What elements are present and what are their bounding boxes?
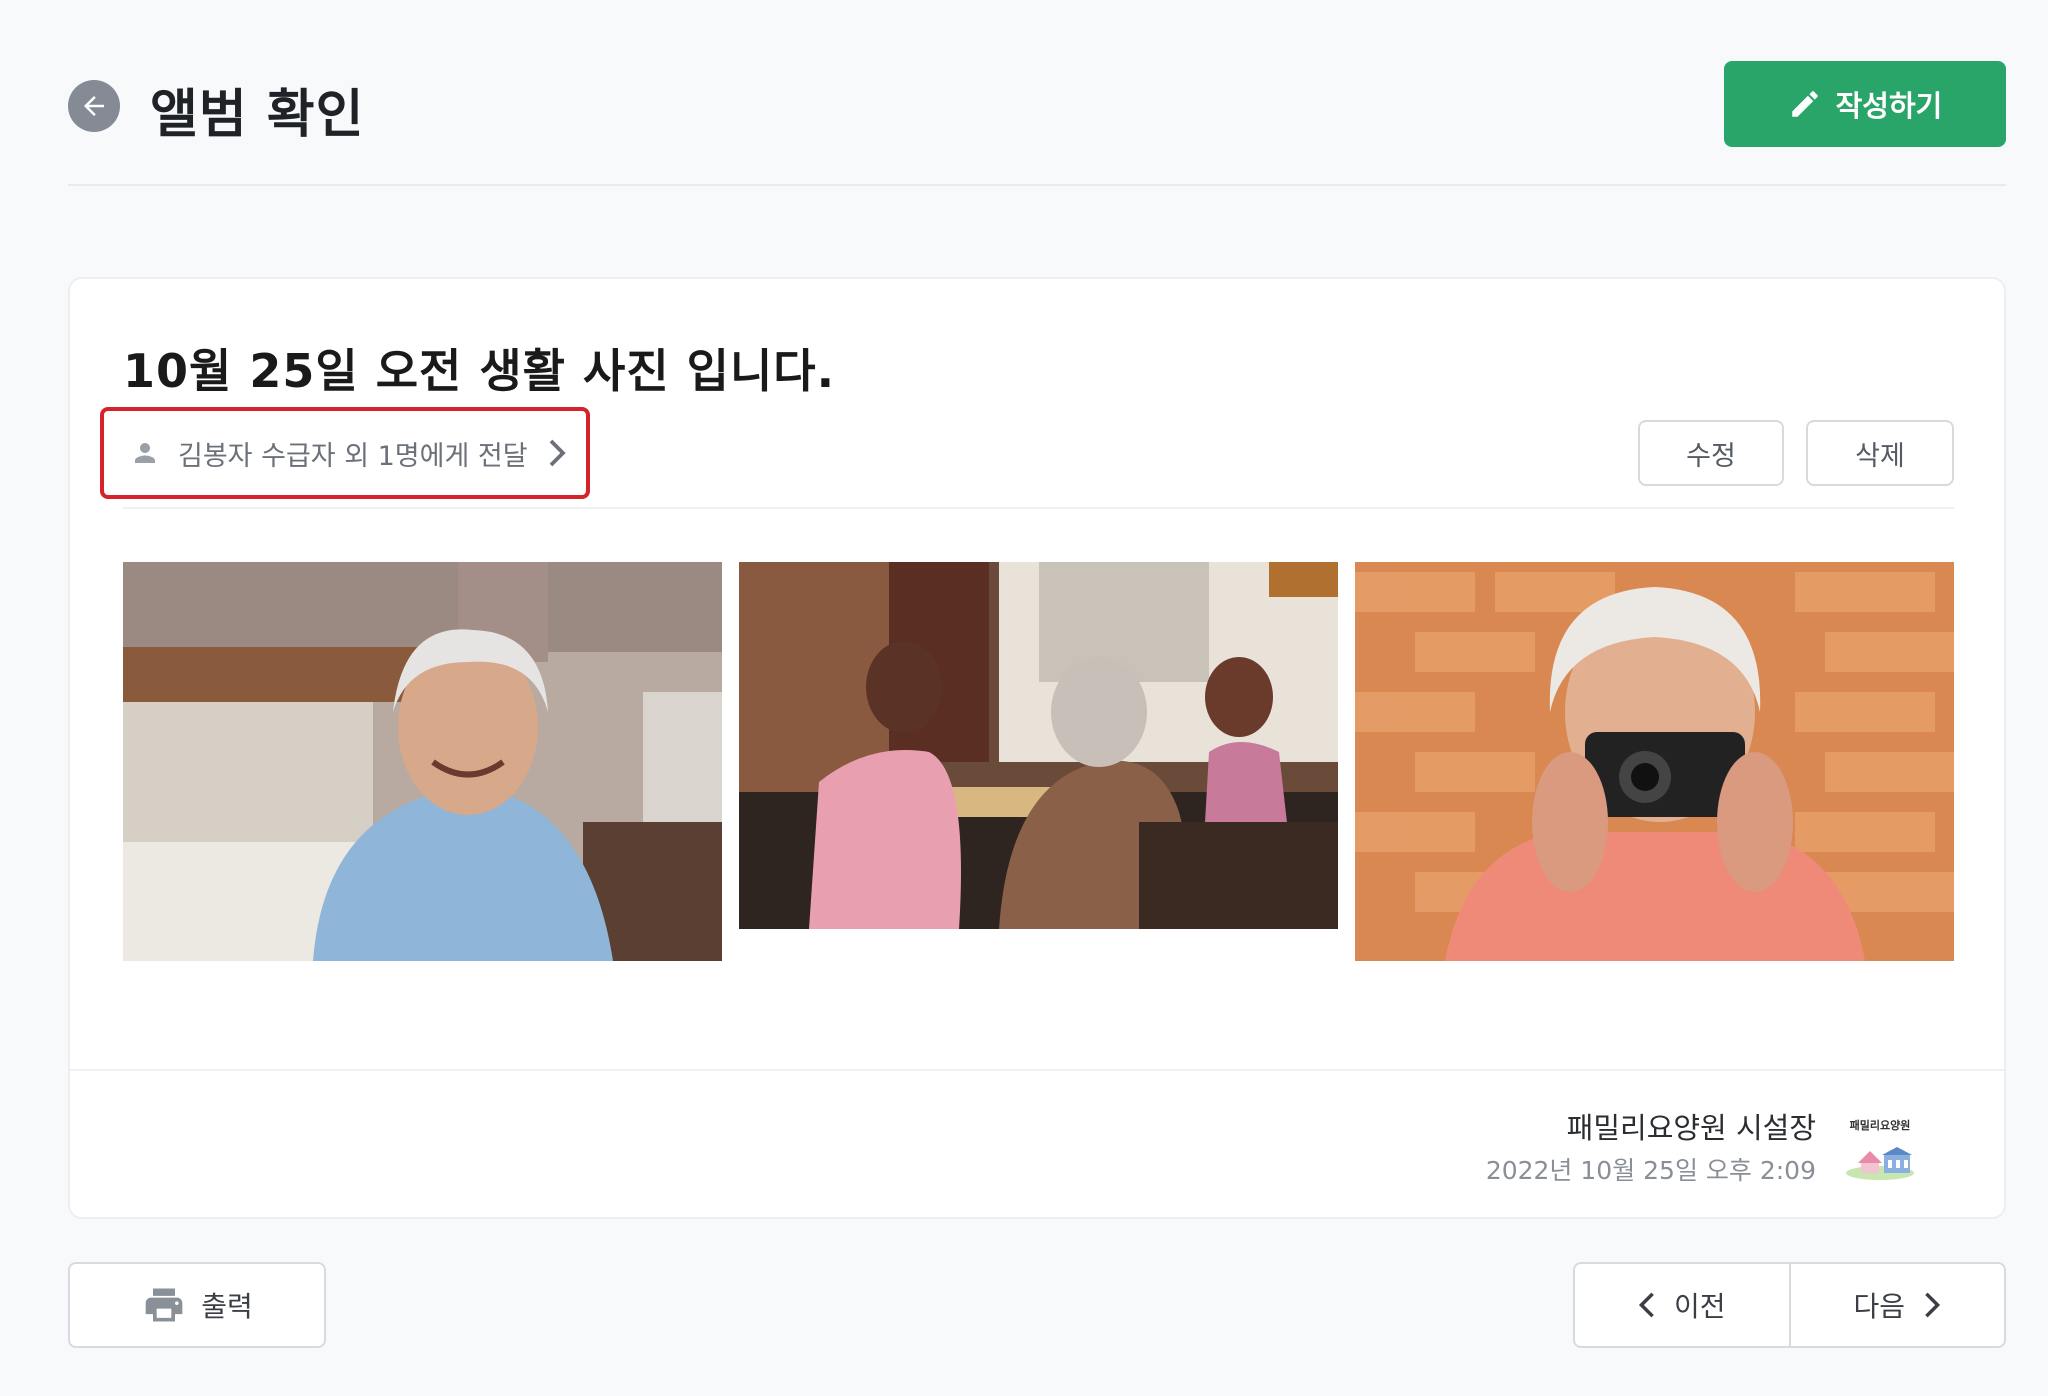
album-photo[interactable] bbox=[1355, 562, 1954, 961]
album-post-card: 10월 25일 오전 생활 사진 입니다. 김봉자 수급자 외 1명에게 전달 … bbox=[68, 277, 2006, 1219]
album-photo[interactable] bbox=[123, 562, 722, 961]
next-button[interactable]: 다음 bbox=[1791, 1264, 2005, 1346]
write-button-label: 작성하기 bbox=[1835, 89, 1943, 123]
post-pager: 이전 다음 bbox=[1573, 1262, 2006, 1348]
album-photo[interactable] bbox=[739, 562, 1338, 929]
write-button[interactable]: 작성하기 bbox=[1724, 61, 2006, 147]
chevron-right-icon bbox=[549, 439, 566, 467]
pencil-icon bbox=[1791, 91, 1818, 117]
arrow-left-icon bbox=[84, 96, 104, 116]
delete-button[interactable]: 삭제 bbox=[1806, 420, 1954, 486]
printer-icon bbox=[145, 1288, 183, 1322]
house-logo-icon bbox=[1846, 1147, 1914, 1180]
back-button[interactable] bbox=[68, 80, 120, 132]
author-name: 패밀리요양원 시설장 bbox=[1566, 1111, 1816, 1145]
page-header: 앨범 확인 작성하기 bbox=[68, 58, 2006, 186]
next-button-label: 다음 bbox=[1853, 1290, 1906, 1323]
facility-logo: 패밀리요양원 bbox=[1840, 1117, 1920, 1181]
recipients-text: 김봉자 수급자 외 1명에게 전달 bbox=[178, 440, 528, 472]
previous-button[interactable]: 이전 bbox=[1575, 1264, 1789, 1346]
person-icon bbox=[135, 443, 155, 463]
chevron-left-icon bbox=[1638, 1292, 1654, 1318]
divider bbox=[123, 507, 1954, 509]
print-button[interactable]: 출력 bbox=[68, 1262, 326, 1348]
post-title: 10월 25일 오전 생활 사진 입니다. bbox=[123, 344, 836, 398]
print-button-label: 출력 bbox=[201, 1290, 253, 1323]
previous-button-label: 이전 bbox=[1673, 1290, 1726, 1323]
edit-button[interactable]: 수정 bbox=[1638, 420, 1784, 486]
chevron-right-icon bbox=[1925, 1292, 1941, 1318]
page-title: 앨범 확인 bbox=[150, 85, 365, 145]
album-view-page: 앨범 확인 작성하기 10월 25일 오전 생활 사진 입니다. 김봉자 수급자… bbox=[0, 0, 2048, 1396]
recipients-link[interactable]: 김봉자 수급자 외 1명에게 전달 bbox=[100, 407, 590, 499]
post-date: 2022년 10월 25일 오후 2:09 bbox=[1485, 1156, 1816, 1185]
facility-logo-text: 패밀리요양원 bbox=[1849, 1119, 1911, 1132]
divider bbox=[70, 1069, 2004, 1071]
